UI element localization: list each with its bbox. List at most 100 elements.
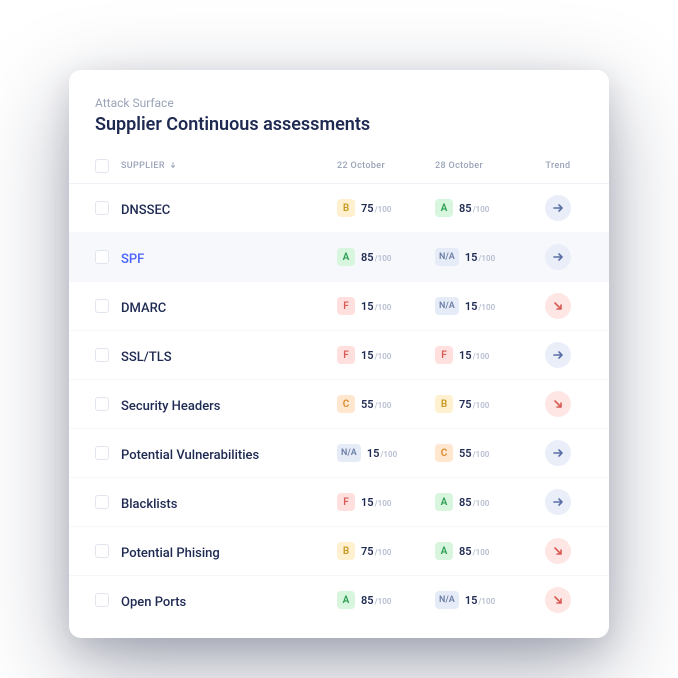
column-header-date1[interactable]: 22 October: [337, 161, 435, 171]
table-row[interactable]: DMARC F 15/100 N/A 15/100: [69, 282, 609, 331]
score-value: 55/100: [361, 398, 391, 411]
score-cell: A 85/100: [337, 591, 435, 609]
supplier-cell: Security Headers: [121, 395, 337, 414]
trend-flat-icon[interactable]: [545, 489, 571, 515]
table-row[interactable]: SPF A 85/100 N/A 15/100: [69, 233, 609, 282]
trend-down-icon[interactable]: [545, 538, 571, 564]
trend-down-icon[interactable]: [545, 293, 571, 319]
table-row[interactable]: Potential Phising B 75/100 A 85/100: [69, 527, 609, 576]
row-checkbox[interactable]: [95, 397, 109, 411]
grade-badge: C: [337, 395, 355, 413]
row-checkbox[interactable]: [95, 495, 109, 509]
supplier-name[interactable]: DMARC: [121, 301, 166, 316]
table-row[interactable]: Security Headers C 55/100 B 75/100: [69, 380, 609, 429]
trend-flat-icon[interactable]: [545, 440, 571, 466]
score-unit: /100: [473, 499, 490, 508]
score-value: 75/100: [361, 545, 391, 558]
supplier-name[interactable]: DNSSEC: [121, 203, 170, 218]
grade-badge: B: [337, 199, 355, 217]
row-checkbox-cell: [95, 348, 121, 362]
grade-badge: N/A: [435, 297, 459, 315]
column-header-trend[interactable]: Trend: [533, 161, 583, 171]
supplier-name[interactable]: SSL/TLS: [121, 350, 172, 365]
supplier-cell: Potential Phising: [121, 542, 337, 561]
score-cell: N/A 15/100: [435, 248, 533, 266]
grade-badge: N/A: [337, 444, 361, 462]
row-checkbox[interactable]: [95, 201, 109, 215]
score-value: 85/100: [459, 496, 489, 509]
supplier-name[interactable]: Security Headers: [121, 399, 220, 414]
supplier-cell: DNSSEC: [121, 199, 337, 218]
supplier-name[interactable]: Potential Phising: [121, 546, 220, 561]
grade-badge: B: [435, 395, 453, 413]
grade-badge: F: [337, 346, 355, 364]
table-body: DNSSEC B 75/100 A 85/100 SPF A 85/100 N/…: [69, 184, 609, 624]
score-value: 15/100: [465, 300, 495, 313]
row-checkbox-cell: [95, 250, 121, 264]
trend-down-icon[interactable]: [545, 391, 571, 417]
score-value: 75/100: [459, 398, 489, 411]
row-checkbox[interactable]: [95, 544, 109, 558]
supplier-cell: SPF: [121, 248, 337, 267]
sort-down-icon: [169, 161, 177, 172]
section-title: Supplier Continuous assessments: [95, 114, 583, 135]
score-unit: /100: [375, 352, 392, 361]
trend-cell: [533, 293, 583, 319]
trend-down-icon[interactable]: [545, 587, 571, 613]
supplier-name[interactable]: Open Ports: [121, 595, 186, 610]
grade-badge: N/A: [435, 248, 459, 266]
score-unit: /100: [478, 254, 495, 263]
trend-flat-icon[interactable]: [545, 195, 571, 221]
score-cell: A 85/100: [435, 542, 533, 560]
score-value: 85/100: [459, 545, 489, 558]
row-checkbox-cell: [95, 495, 121, 509]
score-value: 15/100: [367, 447, 397, 460]
score-unit: /100: [375, 205, 392, 214]
select-all-checkbox[interactable]: [95, 159, 109, 173]
header-checkbox-cell: [95, 159, 121, 173]
table-row[interactable]: Blacklists F 15/100 A 85/100: [69, 478, 609, 527]
column-header-supplier[interactable]: SUPPLIER: [121, 161, 337, 172]
score-value: 15/100: [465, 251, 495, 264]
supplier-name[interactable]: Potential Vulnerabilities: [121, 448, 259, 463]
row-checkbox-cell: [95, 201, 121, 215]
supplier-name[interactable]: SPF: [121, 252, 144, 267]
score-cell: F 15/100: [337, 493, 435, 511]
row-checkbox[interactable]: [95, 446, 109, 460]
row-checkbox-cell: [95, 446, 121, 460]
row-checkbox[interactable]: [95, 299, 109, 313]
score-unit: /100: [375, 254, 392, 263]
grade-badge: A: [435, 199, 453, 217]
score-value: 55/100: [459, 447, 489, 460]
table-row[interactable]: Open Ports A 85/100 N/A 15/100: [69, 576, 609, 624]
score-unit: /100: [473, 401, 490, 410]
score-cell: B 75/100: [435, 395, 533, 413]
grade-badge: C: [435, 444, 453, 462]
row-checkbox[interactable]: [95, 348, 109, 362]
column-header-date2[interactable]: 28 October: [435, 161, 533, 171]
score-value: 15/100: [361, 349, 391, 362]
grade-badge: A: [337, 248, 355, 266]
grade-badge: B: [337, 542, 355, 560]
table-row[interactable]: SSL/TLS F 15/100 F 15/100: [69, 331, 609, 380]
table-row[interactable]: DNSSEC B 75/100 A 85/100: [69, 184, 609, 233]
row-checkbox-cell: [95, 593, 121, 607]
row-checkbox[interactable]: [95, 593, 109, 607]
row-checkbox-cell: [95, 544, 121, 558]
trend-flat-icon[interactable]: [545, 342, 571, 368]
table-row[interactable]: Potential Vulnerabilities N/A 15/100 C 5…: [69, 429, 609, 478]
trend-flat-icon[interactable]: [545, 244, 571, 270]
score-unit: /100: [473, 352, 490, 361]
score-unit: /100: [380, 450, 397, 459]
score-value: 75/100: [361, 202, 391, 215]
grade-badge: A: [435, 493, 453, 511]
score-unit: /100: [478, 303, 495, 312]
row-checkbox[interactable]: [95, 250, 109, 264]
trend-cell: [533, 391, 583, 417]
supplier-name[interactable]: Blacklists: [121, 497, 177, 512]
score-cell: B 75/100: [337, 199, 435, 217]
score-unit: /100: [375, 303, 392, 312]
table-header: SUPPLIER 22 October 28 October Trend: [69, 149, 609, 184]
grade-badge: F: [337, 493, 355, 511]
score-cell: C 55/100: [337, 395, 435, 413]
